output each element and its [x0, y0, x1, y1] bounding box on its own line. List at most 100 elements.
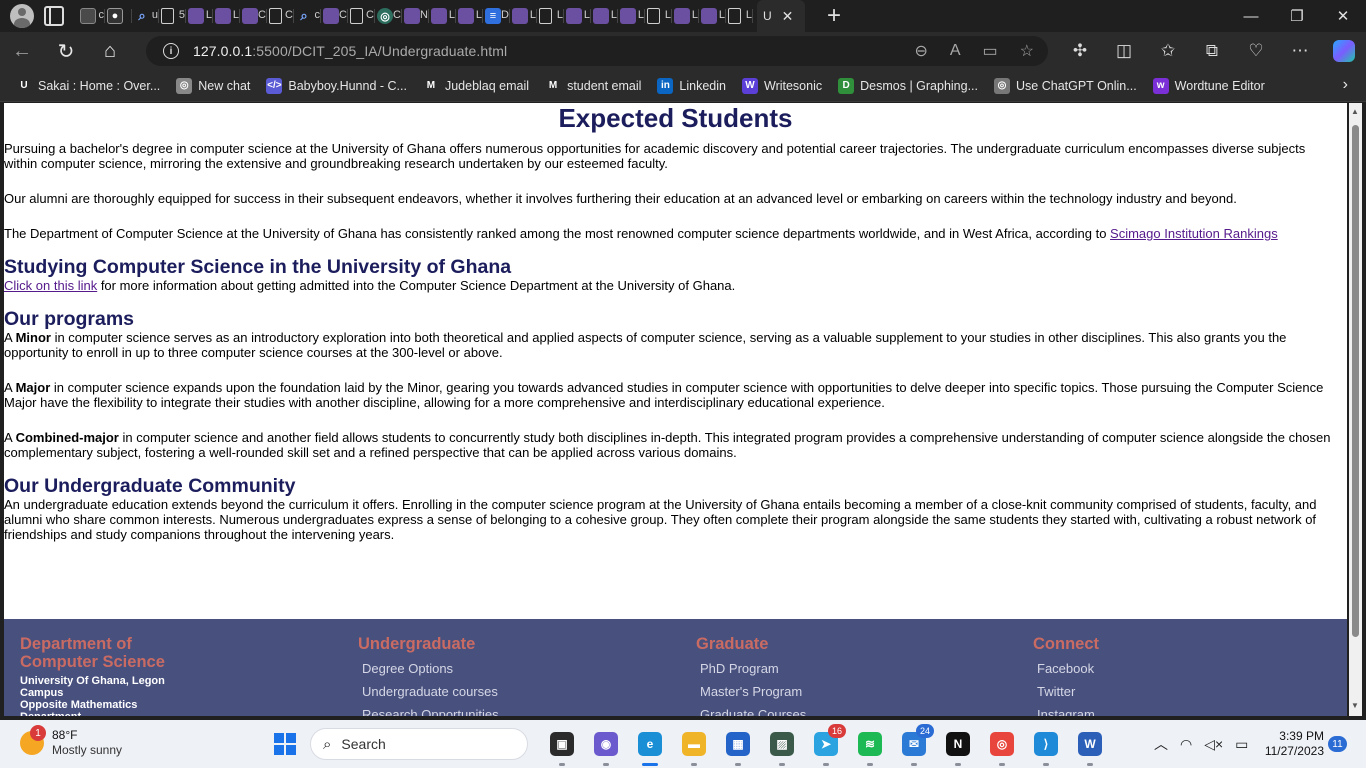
- footer-link-twitter[interactable]: Twitter: [1033, 680, 1099, 703]
- notification-badge[interactable]: 11: [1328, 736, 1347, 752]
- scroll-up-icon[interactable]: ▲: [1351, 107, 1359, 116]
- footer-link-masters[interactable]: Master's Program: [696, 680, 806, 703]
- url-text[interactable]: 127.0.0.1:5500/DCIT_205_IA/Undergraduate…: [193, 43, 507, 59]
- taskbar-app[interactable]: ▬: [672, 728, 716, 766]
- start-button[interactable]: [274, 733, 296, 755]
- browser-tab[interactable]: 5: [159, 0, 186, 32]
- copilot-icon[interactable]: [1333, 40, 1355, 62]
- bookmark-item[interactable]: W Writesonic: [742, 77, 822, 94]
- browser-tab[interactable]: L: [456, 0, 483, 32]
- restore-button[interactable]: ❐: [1274, 0, 1320, 32]
- bookmark-item[interactable]: in Linkedin: [657, 77, 726, 94]
- admission-link[interactable]: Click on this link: [4, 278, 97, 293]
- home-button[interactable]: ⌂: [88, 32, 132, 70]
- browser-tab[interactable]: C: [240, 0, 267, 32]
- scrollbar-thumb[interactable]: [1352, 125, 1359, 637]
- split-screen-icon[interactable]: ◫: [1102, 41, 1146, 61]
- clock[interactable]: 3:39 PM 11/27/2023: [1262, 729, 1324, 759]
- bookmark-item[interactable]: M Judeblaq email: [422, 77, 529, 94]
- taskbar-app[interactable]: ➤ 16: [804, 724, 848, 766]
- taskbar-app[interactable]: e: [628, 728, 672, 766]
- immersive-reader-icon[interactable]: ▭: [983, 41, 998, 61]
- taskbar-app[interactable]: ◉: [584, 728, 628, 766]
- scimago-link[interactable]: Scimago Institution Rankings: [1110, 226, 1278, 241]
- close-tab-icon[interactable]: ✕: [782, 8, 794, 25]
- footer-link-undergraduate-courses[interactable]: Undergraduate courses: [358, 680, 499, 703]
- browser-tab[interactable]: L: [672, 0, 699, 32]
- browser-tab[interactable]: L: [186, 0, 213, 32]
- browser-tab[interactable]: L: [699, 0, 726, 32]
- bookmark-item[interactable]: Mstudent email: [545, 77, 641, 94]
- active-tab[interactable]: U ✕: [757, 0, 805, 32]
- bookmark-item[interactable]: ◎ Use ChatGPT Onlin...: [994, 77, 1137, 94]
- bookmark-item[interactable]: </> Babyboy.Hunnd - C...: [266, 77, 407, 94]
- footer-link-degree-options[interactable]: Degree Options: [358, 657, 499, 680]
- browser-tab[interactable]: ◎ C: [375, 0, 402, 32]
- weather-widget[interactable]: 1 88°F Mostly sunny: [20, 725, 122, 758]
- footer-link-phd[interactable]: PhD Program: [696, 657, 806, 680]
- collections-icon[interactable]: ⧉: [1190, 41, 1234, 61]
- browser-tab[interactable]: C: [321, 0, 348, 32]
- taskbar-app[interactable]: ≋: [848, 728, 892, 766]
- minimize-button[interactable]: —: [1228, 0, 1274, 32]
- browser-tab[interactable]: C: [348, 0, 375, 32]
- browser-tab[interactable]: L: [429, 0, 456, 32]
- browser-tab[interactable]: ⌕ c: [294, 0, 321, 32]
- taskbar-search[interactable]: ⌕ Search: [310, 728, 528, 760]
- site-info-icon[interactable]: i: [163, 43, 179, 59]
- favorites-icon[interactable]: ✩: [1146, 41, 1190, 61]
- browser-tab[interactable]: L: [726, 0, 753, 32]
- profile-avatar-icon[interactable]: [10, 4, 34, 28]
- taskbar-app[interactable]: ✉ 24: [892, 724, 936, 766]
- taskbar-app[interactable]: N: [936, 728, 980, 766]
- browser-tab[interactable]: C: [267, 0, 294, 32]
- address-bar[interactable]: i 127.0.0.1:5500/DCIT_205_IA/Undergradua…: [146, 36, 1048, 66]
- browser-tab[interactable]: N: [402, 0, 429, 32]
- taskbar-app[interactable]: ⟩: [1024, 728, 1068, 766]
- zoom-icon[interactable]: ⊖: [914, 41, 927, 61]
- copilot-icon-wrap[interactable]: [1322, 40, 1366, 62]
- footer-link-instagram[interactable]: Instagram: [1033, 703, 1099, 716]
- browser-tab[interactable]: L: [510, 0, 537, 32]
- browser-tab[interactable]: ●: [105, 0, 132, 32]
- performance-icon[interactable]: ♡: [1234, 41, 1278, 61]
- page-footer: Department of Computer Science Universit…: [4, 619, 1347, 716]
- browser-tab[interactable]: L: [645, 0, 672, 32]
- page-scrollbar[interactable]: ▲ ▼: [1349, 103, 1362, 716]
- back-button[interactable]: ←: [0, 32, 44, 70]
- bookmark-item[interactable]: D Desmos | Graphing...: [838, 77, 978, 94]
- footer-link-research-opportunities[interactable]: Research Opportunities: [358, 703, 499, 716]
- bookmark-item[interactable]: w Wordtune Editor: [1152, 77, 1265, 94]
- tray-overflow-icon[interactable]: ︿: [1154, 734, 1168, 754]
- taskbar-app[interactable]: ▨: [760, 728, 804, 766]
- refresh-button[interactable]: ↻: [44, 32, 88, 70]
- read-aloud-icon[interactable]: A: [950, 42, 961, 60]
- tab-actions-icon[interactable]: [44, 6, 64, 26]
- browser-tab[interactable]: c: [78, 0, 105, 32]
- more-menu-icon[interactable]: ⋯: [1278, 41, 1322, 61]
- close-window-button[interactable]: ✕: [1320, 0, 1366, 32]
- scroll-down-icon[interactable]: ▼: [1351, 701, 1359, 710]
- footer-link-graduate-courses[interactable]: Graduate Courses: [696, 703, 806, 716]
- new-tab-button[interactable]: +: [827, 0, 841, 32]
- taskbar-app[interactable]: W: [1068, 728, 1112, 766]
- bookmarks-overflow-icon[interactable]: ›: [1343, 76, 1348, 94]
- extensions-icon[interactable]: ✣: [1058, 41, 1102, 61]
- browser-tab[interactable]: L: [564, 0, 591, 32]
- taskbar-app[interactable]: ◎: [980, 728, 1024, 766]
- taskbar-app[interactable]: ▣: [540, 728, 584, 766]
- browser-tab[interactable]: L: [537, 0, 564, 32]
- browser-tab[interactable]: L: [591, 0, 618, 32]
- footer-link-facebook[interactable]: Facebook: [1033, 657, 1099, 680]
- browser-tab[interactable]: L: [213, 0, 240, 32]
- bookmark-item[interactable]: ◎ New chat: [176, 77, 250, 94]
- browser-tab[interactable]: ≡ D: [483, 0, 510, 32]
- favorite-star-icon[interactable]: ☆: [1020, 41, 1034, 61]
- taskbar-app[interactable]: ▦: [716, 728, 760, 766]
- browser-tab[interactable]: ⌕ u: [132, 0, 159, 32]
- bookmark-item[interactable]: U Sakai : Home : Over...: [16, 77, 160, 94]
- browser-tab[interactable]: L: [618, 0, 645, 32]
- volume-muted-icon[interactable]: ◁×: [1204, 736, 1223, 753]
- wifi-icon[interactable]: ◠: [1180, 736, 1192, 753]
- battery-icon[interactable]: ▭: [1235, 736, 1248, 753]
